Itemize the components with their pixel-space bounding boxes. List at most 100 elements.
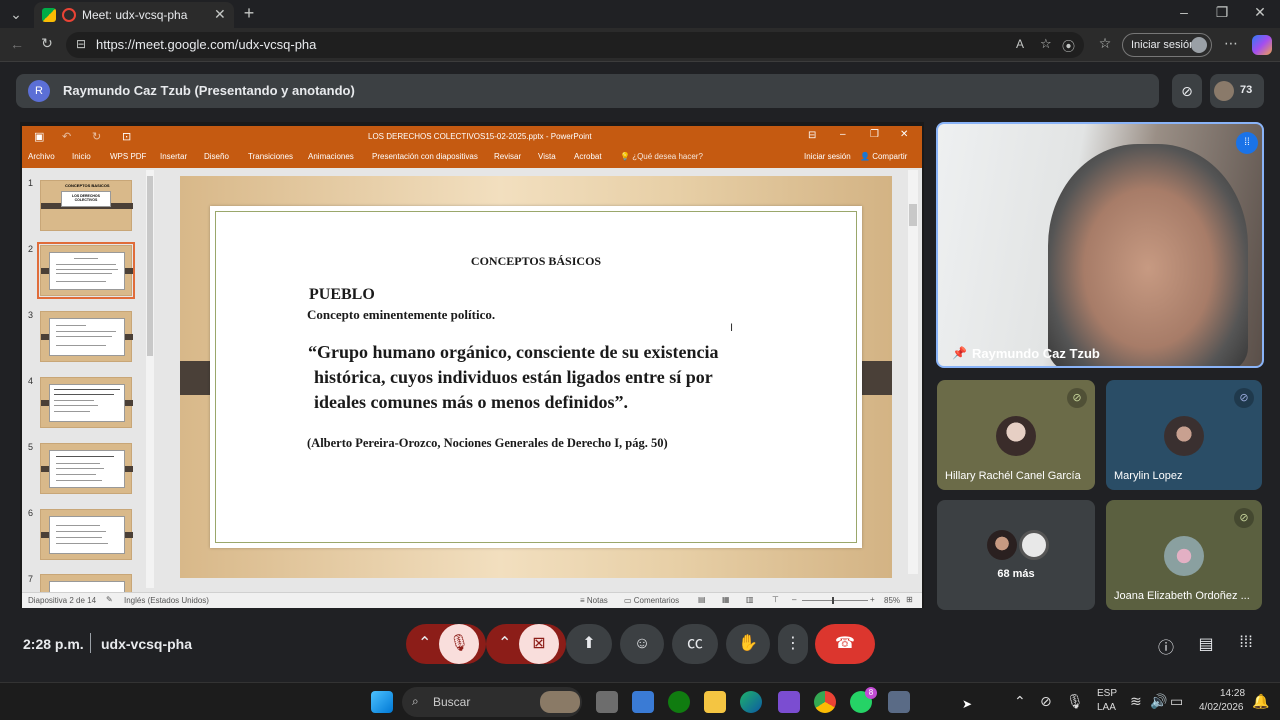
redo-icon[interactable]: ↻ <box>92 130 101 143</box>
ppt-minimize-icon[interactable]: – <box>840 129 846 140</box>
snipping-tool-icon[interactable] <box>888 691 910 713</box>
participant-tile-4[interactable]: ⊘ Joana Elizabeth Ordoñez ... <box>1106 500 1262 610</box>
reading-view-icon[interactable]: ▥ <box>746 595 754 604</box>
meeting-info-icon[interactable]: ⓘ <box>1156 634 1176 658</box>
battery-icon[interactable]: ▭ <box>1170 693 1183 710</box>
more-participants-tile[interactable]: 68 más <box>937 500 1095 610</box>
present-screen-button[interactable]: ⬆ <box>566 624 612 664</box>
raise-hand-button[interactable]: ✋ <box>726 624 770 664</box>
participant-tile-2[interactable]: ⊘ Marylin Lopez <box>1106 380 1262 490</box>
ribbon-tab-dise-o[interactable]: Diseño <box>204 152 229 161</box>
zoom-in-icon[interactable]: + <box>870 595 875 604</box>
ppt-close-icon[interactable]: ✕ <box>900 129 908 140</box>
slide-thumbnail-5[interactable] <box>40 443 133 494</box>
pin-icon[interactable]: 📌 <box>952 346 967 360</box>
close-tab-icon[interactable]: ✕ <box>214 6 226 23</box>
ribbon-tab-animaciones[interactable]: Animaciones <box>308 152 354 161</box>
ribbon-display-icon[interactable]: ⊟ <box>808 130 816 141</box>
edge-icon[interactable] <box>740 691 762 713</box>
comments-button[interactable]: ▭ Comentarios <box>624 596 679 605</box>
ppt-share[interactable]: 👤 Compartir <box>860 152 907 161</box>
copilot-icon[interactable] <box>1252 35 1272 55</box>
slide-thumbnail-1[interactable]: CONCEPTOS BASICOS LOS DERECHOS COLECTIVO… <box>40 180 133 231</box>
xbox-icon[interactable] <box>668 691 690 713</box>
ribbon-tab-transiciones[interactable]: Transiciones <box>248 152 293 161</box>
chrome-icon[interactable] <box>814 691 836 713</box>
slide-scrollbar[interactable] <box>908 170 918 574</box>
slide-thumbnail-2[interactable] <box>37 242 135 299</box>
zoom-slider-thumb[interactable] <box>832 597 834 604</box>
sorter-view-icon[interactable]: ▦ <box>722 595 730 604</box>
normal-view-icon[interactable]: ▤ <box>698 595 706 604</box>
thumbnail-scrollbar[interactable] <box>146 170 154 588</box>
ribbon-tab-vista[interactable]: Vista <box>538 152 556 161</box>
ribbon-tab-insertar[interactable]: Insertar <box>160 152 187 161</box>
reactions-button[interactable]: ☺ <box>620 624 664 664</box>
notes-button[interactable]: ≡ Notas <box>580 596 608 605</box>
wifi-icon[interactable]: ≋ <box>1130 693 1142 710</box>
clock-time[interactable]: 14:28 <box>1220 688 1245 699</box>
favorites-icon[interactable]: ☆ <box>1096 35 1114 52</box>
ribbon-tab-presentaci-n-con-diapositivas[interactable]: Presentación con diapositivas <box>372 152 478 161</box>
tell-me-field[interactable]: 💡 ¿Qué desea hacer? <box>620 152 703 161</box>
zoom-out-icon[interactable]: – <box>792 595 796 604</box>
leave-call-button[interactable]: ☎ <box>815 624 875 664</box>
close-window-icon[interactable]: ✕ <box>1252 4 1268 21</box>
signin-button[interactable]: Iniciar sesión <box>1122 33 1212 57</box>
notifications-icon[interactable]: 🔔 <box>1252 693 1269 710</box>
slide-thumbnail-7[interactable] <box>40 574 132 593</box>
input-keyboard[interactable]: LAA <box>1097 702 1116 713</box>
tray-mic-icon[interactable]: 🎙 <box>1066 693 1084 710</box>
main-video-tile[interactable]: ⁞⁞ 📌 Raymundo Caz Tzub <box>936 122 1264 368</box>
stop-sharing-view-button[interactable]: ⊘ <box>1172 74 1202 108</box>
read-aloud-icon[interactable]: A <box>1016 37 1024 51</box>
favorite-star-icon[interactable]: ☆ <box>1040 36 1052 52</box>
more-options-button[interactable]: ⋮ <box>778 624 808 664</box>
present-icon[interactable]: ⊡ <box>122 130 131 143</box>
tab-list-icon[interactable]: ⌄ <box>6 6 26 22</box>
slide-thumbnail-3[interactable] <box>40 311 133 362</box>
activities-icon[interactable]: ⁞⁞⁞ <box>1236 634 1256 652</box>
camera-toggle-button[interactable]: ⊠ <box>519 624 559 664</box>
ribbon-tab-acrobat[interactable]: Acrobat <box>574 152 602 161</box>
participant-tile-1[interactable]: ⊘ Hillary Rachél Canel García <box>937 380 1095 490</box>
address-bar[interactable]: ⊟ https://meet.google.com/udx-vcsq-pha A… <box>66 32 1084 58</box>
thumbnail-scroll-thumb[interactable] <box>147 176 153 356</box>
chat-icon[interactable]: ▤ <box>1196 634 1216 654</box>
captions-button[interactable]: ㏄ <box>672 624 718 664</box>
task-view-icon[interactable] <box>596 691 618 713</box>
zoom-slider[interactable] <box>802 597 868 604</box>
ppt-signin[interactable]: Iniciar sesión <box>804 152 851 161</box>
status-language[interactable]: Inglés (Estados Unidos) <box>124 596 209 605</box>
input-language[interactable]: ESP <box>1097 688 1117 699</box>
clock-date[interactable]: 4/02/2026 <box>1199 702 1244 713</box>
file-explorer-icon[interactable] <box>704 691 726 713</box>
minimize-icon[interactable]: – <box>1176 4 1192 20</box>
ribbon-tab-revisar[interactable]: Revisar <box>494 152 521 161</box>
undo-icon[interactable]: ↶ <box>62 130 71 143</box>
slide-canvas[interactable]: CONCEPTOS BÁSICOS PUEBLO Concepto eminen… <box>180 176 892 578</box>
tray-network-off-icon[interactable]: ⊘ <box>1040 693 1052 710</box>
ribbon-tab-archivo[interactable]: Archivo <box>28 152 55 161</box>
back-icon[interactable]: ← <box>8 36 26 52</box>
slideshow-view-icon[interactable]: ⊤ <box>772 595 779 604</box>
participants-button[interactable]: 73 <box>1210 74 1264 108</box>
slide-thumbnail-6[interactable] <box>40 509 133 560</box>
zoom-level[interactable]: 85% <box>884 596 900 605</box>
slide-thumbnail-4[interactable] <box>40 377 133 428</box>
store-icon[interactable] <box>632 691 654 713</box>
maximize-icon[interactable]: ❐ <box>1214 4 1230 21</box>
ppt-maximize-icon[interactable]: ❐ <box>870 129 879 140</box>
ribbon-tab-wps-pdf[interactable]: WPS PDF <box>110 152 146 161</box>
ribbon-tab-inicio[interactable]: Inicio <box>72 152 91 161</box>
fit-slide-icon[interactable]: ⊞ <box>906 595 913 604</box>
mic-icon[interactable]: ⦿ <box>1062 36 1075 55</box>
more-menu-icon[interactable]: ⋯ <box>1222 35 1240 52</box>
save-icon[interactable]: ▣ <box>34 130 44 143</box>
site-info-icon[interactable]: ⊟ <box>76 37 86 51</box>
browser-tab-meet[interactable]: Meet: udx-vcsq-pha ✕ <box>34 2 234 28</box>
new-tab-icon[interactable]: + <box>240 3 258 23</box>
slide-scroll-thumb[interactable] <box>909 204 917 226</box>
reload-icon[interactable]: ↻ <box>38 35 56 52</box>
mic-toggle-button[interactable]: 🎙 <box>439 624 479 664</box>
